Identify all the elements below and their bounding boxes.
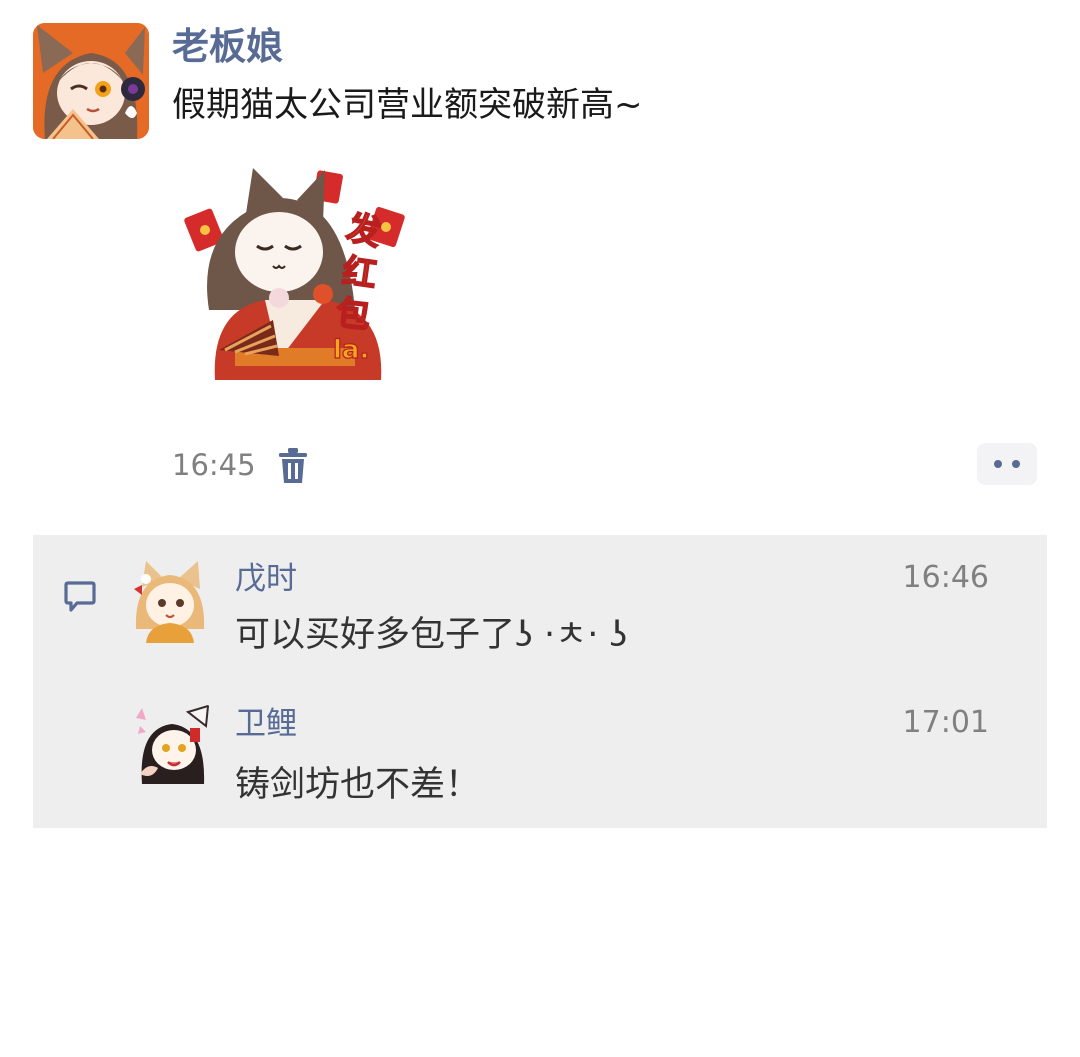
comment-time: 16:46 [902, 560, 989, 595]
comments-panel: 戊时 16:46 可以买好多包子了ʖ ·ㅊ· ʖ 卫鲤 17:01 铸剑坊也不差… [33, 535, 1047, 828]
comment-item[interactable]: 戊时 16:46 可以买好多包子了ʖ ·ㅊ· ʖ [33, 535, 1047, 655]
svg-text:包: 包 [334, 293, 372, 336]
commenter-avatar[interactable] [128, 704, 212, 788]
sticker-lettering: 发 [343, 208, 385, 254]
more-dot [994, 460, 1002, 468]
more-dots-icon[interactable] [977, 443, 1037, 485]
author-avatar[interactable] [33, 23, 149, 139]
comment-time: 17:01 [902, 705, 989, 740]
post-text: 假期猫太公司营业额突破新高~ [172, 85, 643, 125]
commenter-avatar[interactable] [128, 559, 212, 643]
comment-item[interactable]: 卫鲤 17:01 铸剑坊也不差！ [33, 680, 1047, 805]
commenter-name[interactable]: 卫鲤 [235, 704, 297, 744]
comment-text: 可以买好多包子了ʖ ·ㅊ· ʖ [235, 615, 628, 655]
svg-text:la.: la. [333, 335, 369, 365]
comment-text: 铸剑坊也不差！ [235, 765, 481, 805]
svg-text:红: 红 [340, 251, 379, 295]
trash-icon[interactable] [276, 447, 310, 485]
more-dot [1012, 460, 1020, 468]
commenter-name[interactable]: 戊时 [235, 559, 297, 599]
sticker-illustration: 发 红 包 la. [184, 168, 405, 380]
author-name[interactable]: 老板娘 [172, 24, 283, 70]
author-avatar-illustration [33, 23, 149, 139]
red-envelope-sticker[interactable]: 发 红 包 la. [175, 160, 413, 390]
post-timestamp: 16:45 [172, 448, 256, 482]
